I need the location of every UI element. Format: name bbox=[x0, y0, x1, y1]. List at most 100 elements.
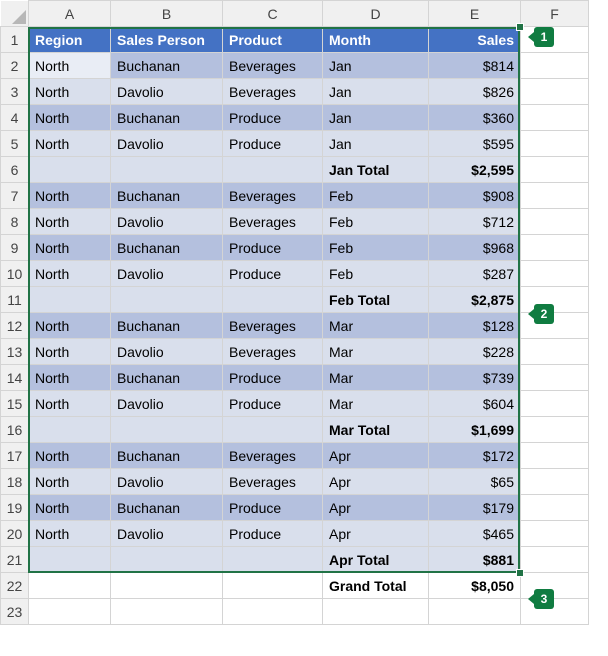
cell[interactable]: Davolio bbox=[111, 391, 223, 417]
cell[interactable] bbox=[323, 599, 429, 625]
cell[interactable]: Feb bbox=[323, 183, 429, 209]
cell[interactable]: North bbox=[29, 443, 111, 469]
cell[interactable]: Produce bbox=[223, 391, 323, 417]
cell[interactable] bbox=[111, 547, 223, 573]
cell[interactable] bbox=[429, 599, 521, 625]
cell[interactable] bbox=[223, 547, 323, 573]
cell[interactable]: Buchanan bbox=[111, 235, 223, 261]
cell[interactable]: $814 bbox=[429, 53, 521, 79]
cell[interactable]: North bbox=[29, 469, 111, 495]
row-header[interactable]: 17 bbox=[1, 443, 29, 469]
cell[interactable]: $287 bbox=[429, 261, 521, 287]
cell[interactable]: Jan Total bbox=[323, 157, 429, 183]
cell[interactable] bbox=[223, 157, 323, 183]
cell[interactable]: North bbox=[29, 261, 111, 287]
col-header-C[interactable]: C bbox=[223, 1, 323, 27]
row-header[interactable]: 14 bbox=[1, 365, 29, 391]
cell[interactable] bbox=[29, 287, 111, 313]
cell[interactable]: North bbox=[29, 495, 111, 521]
cell[interactable]: Buchanan bbox=[111, 183, 223, 209]
cell[interactable] bbox=[111, 417, 223, 443]
cell[interactable] bbox=[521, 339, 589, 365]
cell[interactable]: Beverages bbox=[223, 469, 323, 495]
col-header-B[interactable]: B bbox=[111, 1, 223, 27]
row-header[interactable]: 6 bbox=[1, 157, 29, 183]
row-header[interactable]: 21 bbox=[1, 547, 29, 573]
col-header-A[interactable]: A bbox=[29, 1, 111, 27]
cell[interactable]: Produce bbox=[223, 105, 323, 131]
cell[interactable] bbox=[29, 573, 111, 599]
cell[interactable]: $360 bbox=[429, 105, 521, 131]
cell[interactable]: Davolio bbox=[111, 131, 223, 157]
row-header[interactable]: 9 bbox=[1, 235, 29, 261]
cell[interactable]: Beverages bbox=[223, 209, 323, 235]
cell[interactable]: $826 bbox=[429, 79, 521, 105]
cell[interactable] bbox=[521, 521, 589, 547]
cell[interactable]: $881 bbox=[429, 547, 521, 573]
cell[interactable]: North bbox=[29, 313, 111, 339]
cell[interactable]: Mar bbox=[323, 365, 429, 391]
cell[interactable]: $2,875 bbox=[429, 287, 521, 313]
cell[interactable]: Sales Person bbox=[111, 27, 223, 53]
cell[interactable] bbox=[111, 599, 223, 625]
cell[interactable]: $228 bbox=[429, 339, 521, 365]
row-header[interactable]: 7 bbox=[1, 183, 29, 209]
cell[interactable]: Buchanan bbox=[111, 53, 223, 79]
cell[interactable]: Apr bbox=[323, 495, 429, 521]
col-header-F[interactable]: F bbox=[521, 1, 589, 27]
cell[interactable]: North bbox=[29, 391, 111, 417]
cell[interactable]: North bbox=[29, 209, 111, 235]
cell[interactable] bbox=[521, 417, 589, 443]
cell[interactable]: North bbox=[29, 53, 111, 79]
cell[interactable] bbox=[29, 547, 111, 573]
cell[interactable]: Davolio bbox=[111, 521, 223, 547]
cell[interactable]: Apr bbox=[323, 443, 429, 469]
cell[interactable] bbox=[111, 287, 223, 313]
row-header[interactable]: 16 bbox=[1, 417, 29, 443]
row-header[interactable]: 12 bbox=[1, 313, 29, 339]
cell[interactable]: $65 bbox=[429, 469, 521, 495]
cell[interactable]: North bbox=[29, 365, 111, 391]
cell[interactable]: Produce bbox=[223, 495, 323, 521]
cell[interactable]: Jan bbox=[323, 131, 429, 157]
cell[interactable] bbox=[521, 365, 589, 391]
row-header[interactable]: 13 bbox=[1, 339, 29, 365]
cell[interactable]: Beverages bbox=[223, 183, 323, 209]
row-header[interactable]: 8 bbox=[1, 209, 29, 235]
cell[interactable]: Buchanan bbox=[111, 443, 223, 469]
cell[interactable]: Feb bbox=[323, 261, 429, 287]
cell[interactable]: Produce bbox=[223, 521, 323, 547]
cell[interactable]: Davolio bbox=[111, 261, 223, 287]
row-header[interactable]: 4 bbox=[1, 105, 29, 131]
cell[interactable]: Sales bbox=[429, 27, 521, 53]
cell[interactable]: Apr Total bbox=[323, 547, 429, 573]
cell[interactable]: Produce bbox=[223, 131, 323, 157]
cell[interactable] bbox=[521, 391, 589, 417]
cell[interactable]: North bbox=[29, 183, 111, 209]
cell[interactable]: $128 bbox=[429, 313, 521, 339]
cell[interactable]: Mar bbox=[323, 313, 429, 339]
cell[interactable] bbox=[521, 547, 589, 573]
spreadsheet-grid[interactable]: A B C D E F 1RegionSales PersonProductMo… bbox=[0, 0, 589, 625]
row-header[interactable]: 2 bbox=[1, 53, 29, 79]
cell[interactable] bbox=[29, 599, 111, 625]
cell[interactable]: Apr bbox=[323, 521, 429, 547]
cell[interactable]: Mar bbox=[323, 339, 429, 365]
cell[interactable]: Feb Total bbox=[323, 287, 429, 313]
cell[interactable]: Beverages bbox=[223, 339, 323, 365]
row-header[interactable]: 5 bbox=[1, 131, 29, 157]
cell[interactable]: $8,050 bbox=[429, 573, 521, 599]
row-header[interactable]: 1 bbox=[1, 27, 29, 53]
col-header-E[interactable]: E bbox=[429, 1, 521, 27]
cell[interactable] bbox=[223, 417, 323, 443]
cell[interactable]: North bbox=[29, 339, 111, 365]
cell[interactable]: North bbox=[29, 131, 111, 157]
cell[interactable]: Grand Total bbox=[323, 573, 429, 599]
cell[interactable]: $968 bbox=[429, 235, 521, 261]
cell[interactable] bbox=[521, 469, 589, 495]
row-header[interactable]: 22 bbox=[1, 573, 29, 599]
cell[interactable]: $1,699 bbox=[429, 417, 521, 443]
row-header[interactable]: 11 bbox=[1, 287, 29, 313]
cell[interactable]: Buchanan bbox=[111, 365, 223, 391]
cell[interactable]: Produce bbox=[223, 365, 323, 391]
